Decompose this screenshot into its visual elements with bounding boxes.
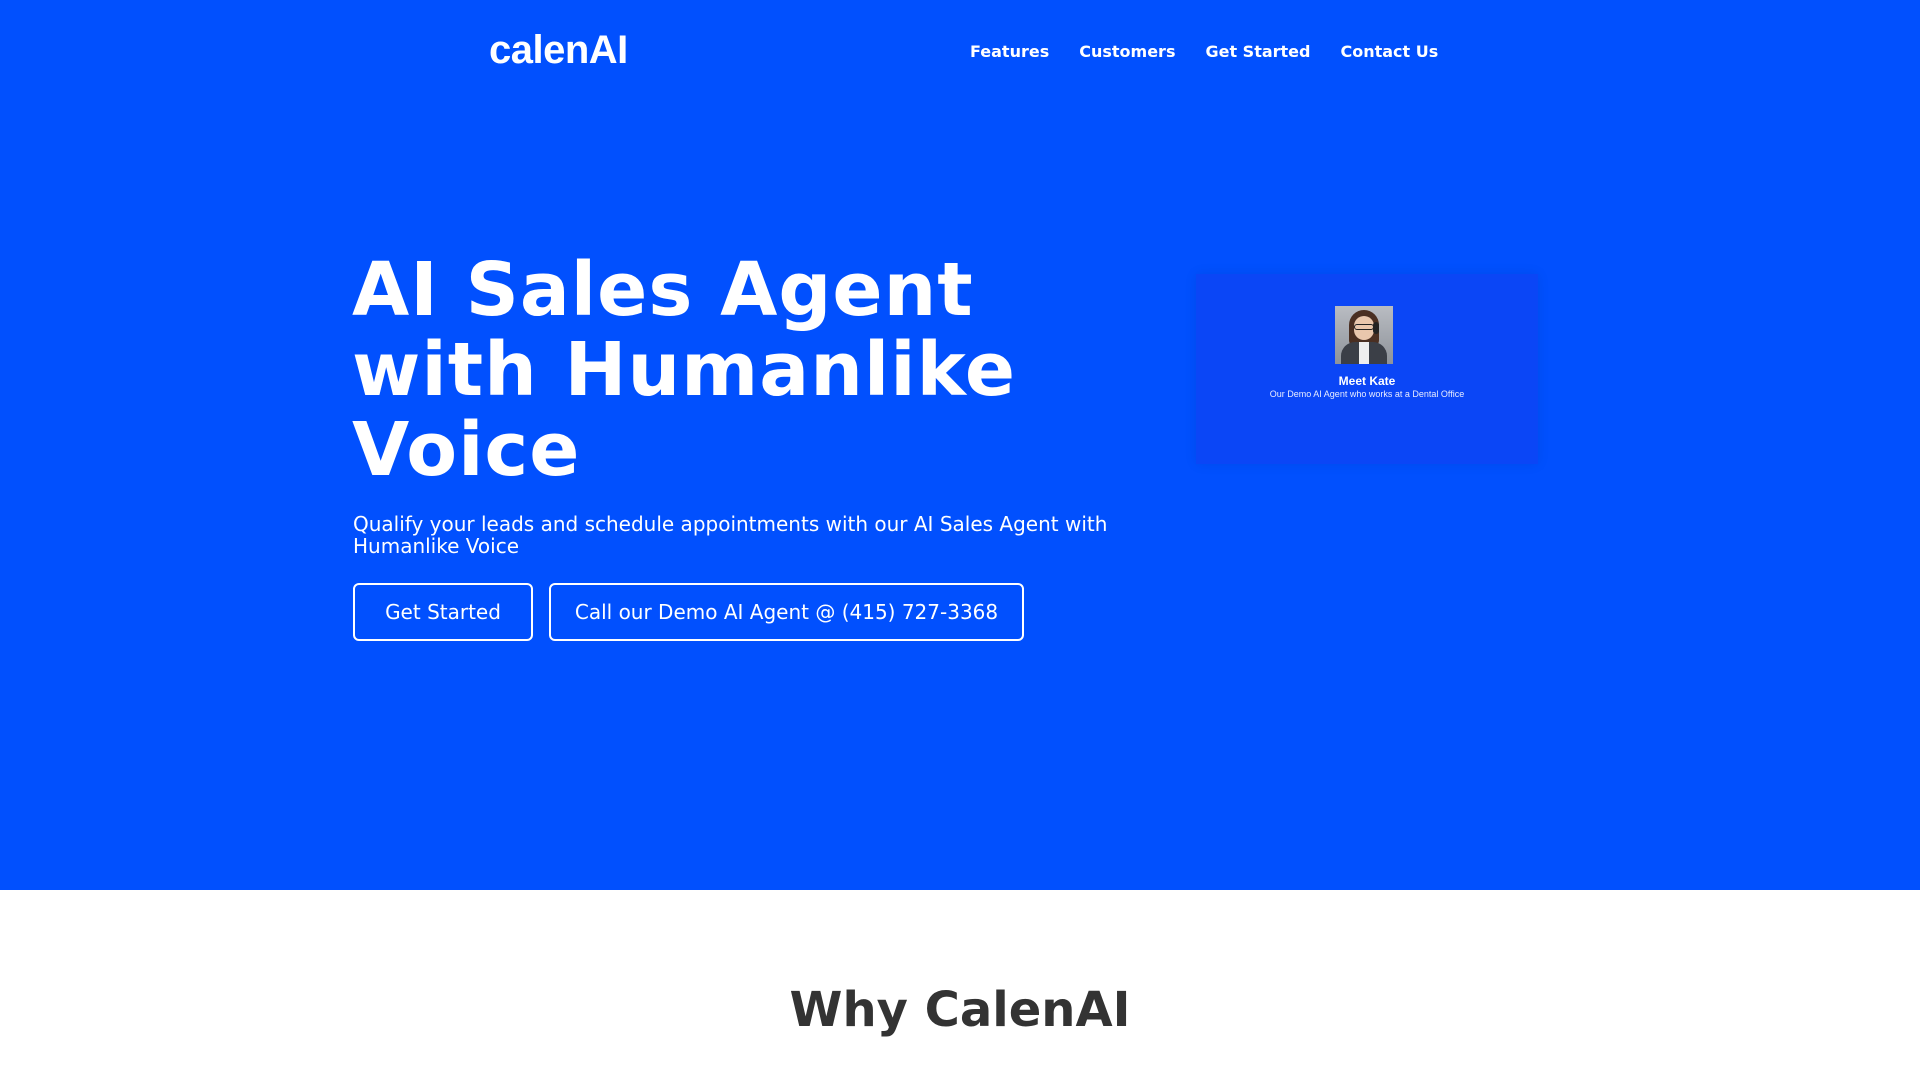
hero-subheadline: Qualify your leads and schedule appointm…	[353, 512, 1108, 558]
nav-item-get-started[interactable]: Get Started	[1205, 42, 1310, 61]
hero-section: calenAI Features Customers Get Started C…	[0, 0, 1920, 890]
nav-item-features[interactable]: Features	[970, 42, 1049, 61]
demo-video-card[interactable]: Meet Kate Our Demo AI Agent who works at…	[1196, 274, 1538, 464]
avatar-shirt	[1359, 342, 1369, 364]
video-card-subtitle: Our Demo AI Agent who works at a Dental …	[1269, 389, 1465, 399]
call-demo-agent-button[interactable]: Call our Demo AI Agent @ (415) 727-3368	[549, 583, 1024, 641]
nav-item-contact-us[interactable]: Contact Us	[1340, 42, 1438, 61]
brand-logo[interactable]: calenAI	[489, 28, 628, 73]
why-section-title: Why CalenAI	[789, 982, 1131, 1038]
avatar-glasses	[1354, 324, 1374, 330]
hero-headline: AI Sales Agent with Humanlike Voice	[352, 247, 1017, 493]
get-started-button[interactable]: Get Started	[353, 583, 533, 641]
headset-icon	[1373, 322, 1379, 334]
main-nav: Features Customers Get Started Contact U…	[970, 42, 1438, 61]
video-card-title: Meet Kate	[1338, 374, 1396, 388]
agent-avatar-image	[1335, 306, 1393, 364]
nav-item-customers[interactable]: Customers	[1079, 42, 1175, 61]
